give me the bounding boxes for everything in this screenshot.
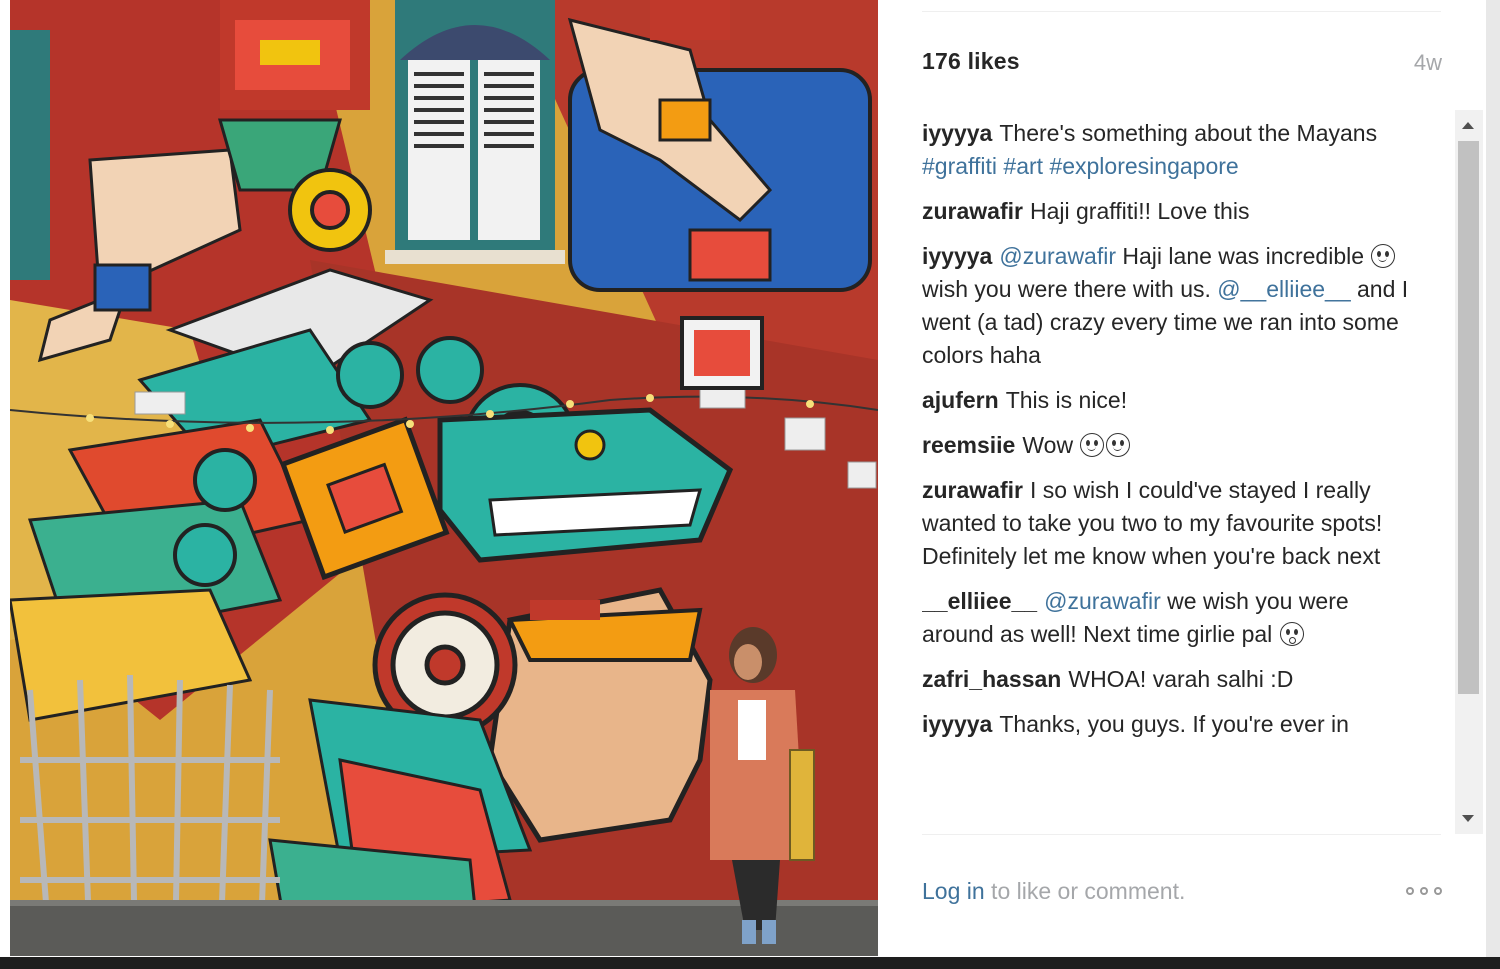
comment-item: iyyyya @zurawafir Haji lane was incredibl… — [922, 240, 1412, 372]
comment-item: reemsiie Wow — [922, 429, 1412, 462]
comment-item: __elliiee__ @zurawafir we wish you were a… — [922, 585, 1412, 651]
mention-link[interactable]: @zurawafir — [999, 243, 1116, 269]
login-prompt-text: to like or comment. — [984, 878, 1186, 904]
smiling-face-emoji-icon — [1371, 244, 1396, 268]
comment-text: This is nice! — [1005, 387, 1128, 413]
more-options-dot — [1434, 887, 1442, 895]
bottom-divider — [922, 834, 1441, 835]
scrollbar-thumb[interactable] — [1458, 141, 1479, 694]
likes-count[interactable]: 176 likes — [922, 48, 1020, 75]
comments-list: iyyyya There's something about the Mayans… — [922, 110, 1412, 741]
window-edge-right — [1486, 0, 1500, 969]
hashtag-link[interactable]: #graffiti — [922, 153, 997, 179]
comment-text: wish you were there with us. — [922, 276, 1218, 302]
smiling-face-emoji-icon — [1106, 433, 1131, 457]
hashtag-link[interactable]: #art — [1003, 153, 1043, 179]
post-timestamp[interactable]: 4w — [1414, 50, 1442, 76]
comment-username[interactable]: zurawafir — [922, 477, 1023, 503]
comment-text: There's something about the Mayans — [999, 120, 1378, 146]
scroll-up-arrow-icon[interactable] — [1462, 122, 1474, 129]
comment-username[interactable]: reemsiie — [922, 432, 1015, 458]
mention-link[interactable]: @zurawafir — [1044, 588, 1161, 614]
window-edge-bottom — [0, 957, 1500, 969]
emoji-mouth — [1378, 257, 1388, 262]
comments-scrollbar[interactable] — [1455, 110, 1483, 834]
comment-item: zurawafir I so wish I could've stayed I r… — [922, 474, 1412, 573]
comment-item: iyyyya There's something about the Mayans… — [922, 117, 1412, 183]
comment-text: WHOA! varah salhi :D — [1068, 666, 1294, 692]
comment-item: iyyyya Thanks, you guys. If you're ever i… — [922, 708, 1412, 741]
instagram-post-page: 176 likes 4w iyyyya There's something abo… — [0, 0, 1500, 969]
comment-username[interactable]: ajufern — [922, 387, 999, 413]
comment-item: zurawafir Haji graffiti!! Love this — [922, 195, 1412, 228]
post-photo[interactable] — [10, 0, 878, 956]
comment-text: Wow — [1022, 432, 1080, 458]
scroll-down-arrow-icon[interactable] — [1462, 815, 1474, 822]
emoji-mouth — [1087, 446, 1097, 451]
comment-text: Thanks, you guys. If you're ever in — [999, 711, 1349, 737]
login-link[interactable]: Log in — [922, 878, 985, 904]
mention-link[interactable]: @__elliiee__ — [1217, 276, 1350, 302]
hashtag-link[interactable]: #exploresingapore — [1049, 153, 1238, 179]
post-details-panel: 176 likes 4w iyyyya There's something abo… — [878, 0, 1486, 956]
more-options-dot — [1406, 887, 1414, 895]
emoji-mouth — [1113, 446, 1123, 451]
comment-item: zafri_hassan WHOA! varah salhi :D — [922, 663, 1412, 696]
comment-username[interactable]: iyyyya — [922, 120, 992, 146]
emoji-mouth — [1288, 637, 1296, 644]
comments-scroll-area[interactable]: iyyyya There's something about the Mayans… — [922, 110, 1455, 834]
comment-username[interactable]: zurawafir — [922, 198, 1023, 224]
comment-text: Haji graffiti!! Love this — [1029, 198, 1250, 224]
comment-username[interactable]: iyyyya — [922, 711, 992, 737]
surprised-face-emoji-icon — [1279, 622, 1304, 646]
comment-username[interactable]: iyyyya — [922, 243, 992, 269]
smiling-face-emoji-icon — [1080, 433, 1105, 457]
comment-text: Haji lane was incredible — [1116, 243, 1371, 269]
comment-username[interactable]: zafri_hassan — [922, 666, 1061, 692]
more-options-dot — [1420, 887, 1428, 895]
login-prompt: Log in to like or comment. — [922, 878, 1185, 905]
top-divider — [922, 11, 1441, 12]
more-options-icon[interactable] — [1406, 887, 1442, 895]
mural-illustration — [10, 0, 878, 956]
comment-item: ajufern This is nice! — [922, 384, 1412, 417]
comment-username[interactable]: __elliiee__ — [922, 588, 1037, 614]
